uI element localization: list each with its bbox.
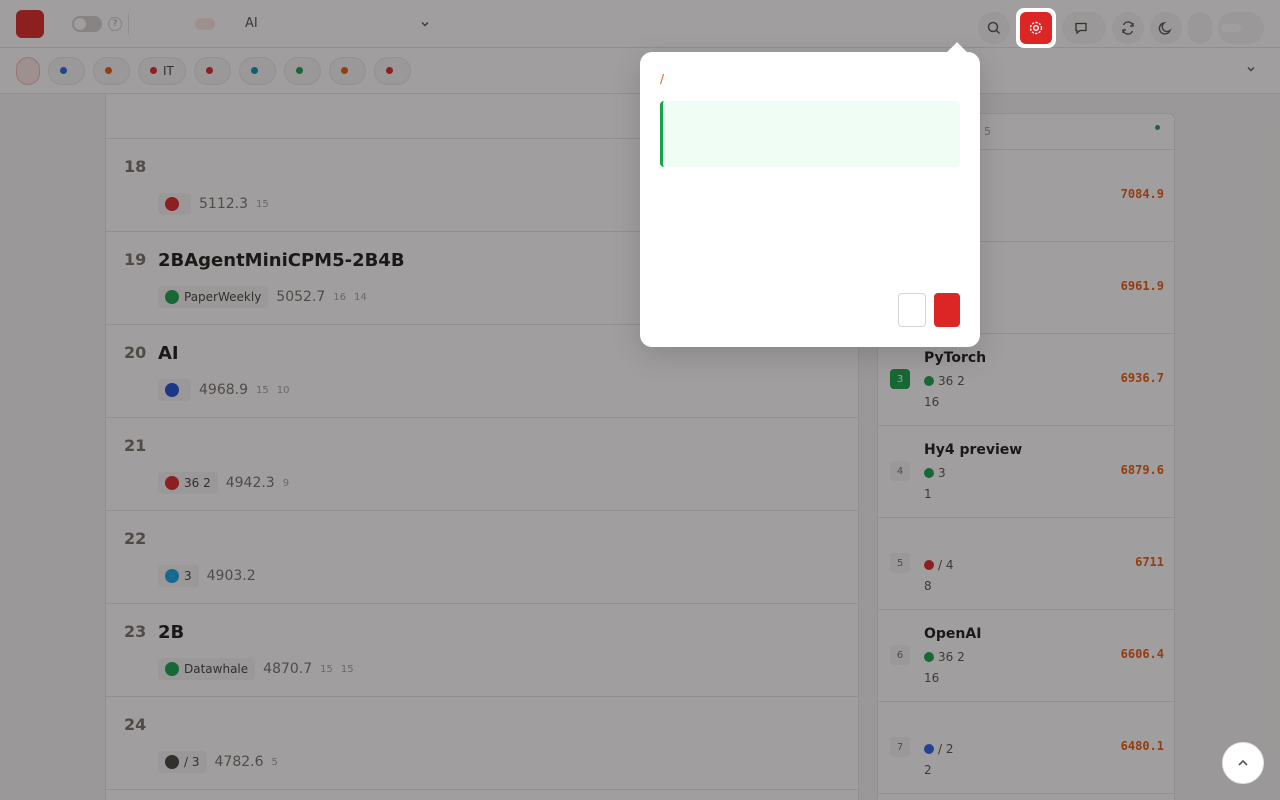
confirm-button[interactable] [934,293,960,327]
gear-icon [1029,21,1043,35]
popover-footer [660,293,960,327]
cancel-button[interactable] [898,293,926,327]
settings-popover: / [640,42,980,347]
back-to-top-button[interactable] [1222,742,1264,784]
popover-tip [660,101,960,167]
popover-buttons [898,293,960,327]
settings-button[interactable] [1016,8,1056,48]
popover-breadcrumb: / [660,72,665,86]
chevron-up-icon [1238,759,1248,766]
settings-button-inner [1020,12,1052,44]
